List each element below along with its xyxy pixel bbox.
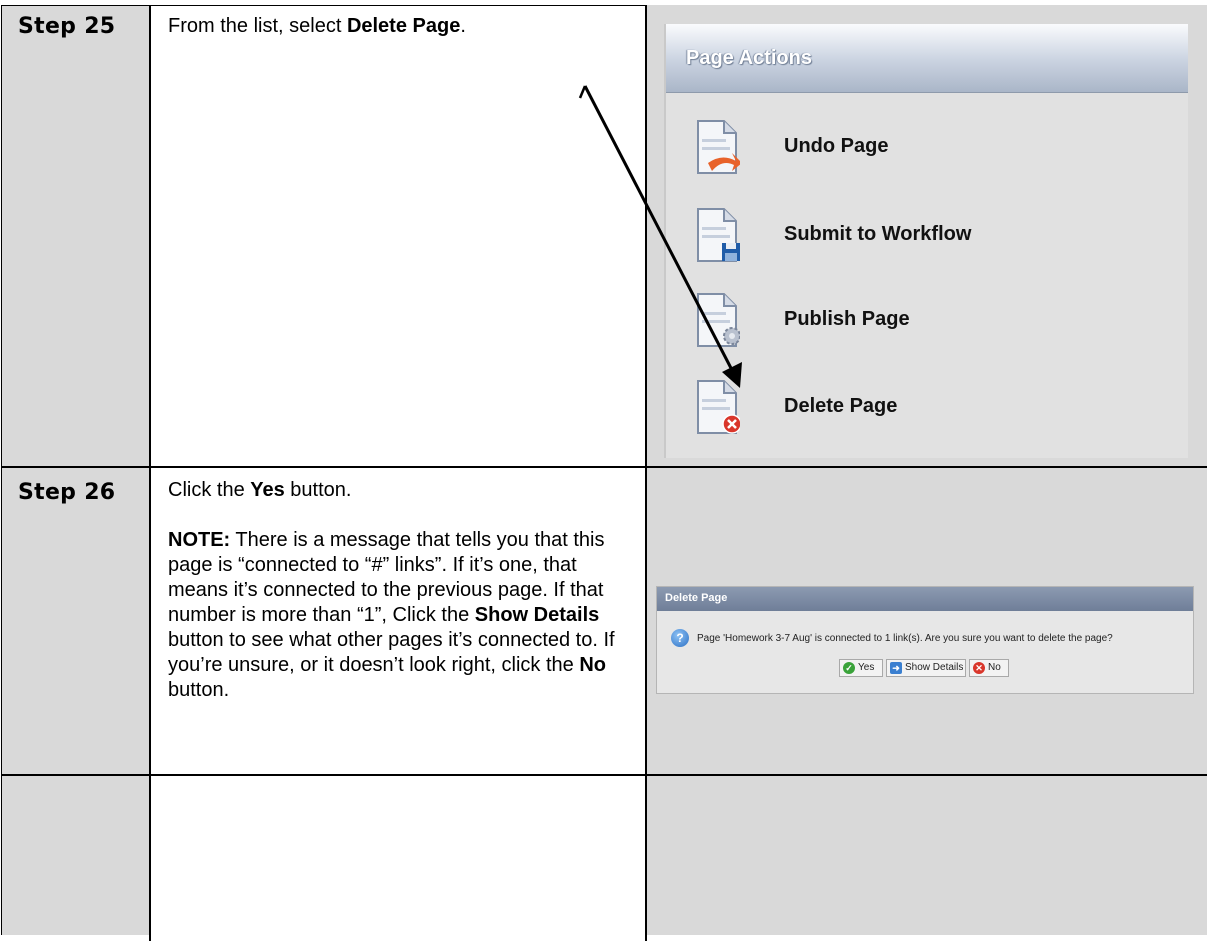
submit-page-icon: [697, 208, 740, 262]
publish-page-icon: [697, 293, 740, 347]
publish-page-label: Publish Page: [784, 308, 910, 330]
note-lead: NOTE:: [168, 529, 231, 551]
delete-page-label: Delete Page: [784, 395, 898, 417]
note-emphasis: Show Details: [474, 604, 600, 626]
delete-page-dialog: Delete Page ? Page 'Homework 3-7 Aug' is…: [656, 586, 1194, 694]
table-border-top: [1, 5, 646, 6]
panel-header: Page Actions: [666, 24, 1188, 93]
dialog-title: Delete Page: [665, 592, 728, 604]
publish-page-action[interactable]: Publish Page: [696, 292, 1156, 352]
page-actions-panel: Page Actions Undo Page Submit to Workflo…: [664, 24, 1188, 458]
instruction-text: button.: [284, 479, 352, 501]
step-note: NOTE: There is a message that tells you …: [168, 528, 633, 703]
no-button[interactable]: ✕ No: [969, 659, 1009, 677]
yes-button[interactable]: ✓ Yes: [839, 659, 883, 677]
close-icon: ✕: [973, 662, 985, 674]
no-button-label: No: [988, 662, 1001, 673]
step-column-cell: [1, 5, 149, 935]
submit-to-workflow-action[interactable]: Submit to Workflow: [696, 207, 1156, 267]
instruction-emphasis: Delete Page: [346, 15, 461, 37]
check-icon: ✓: [843, 662, 855, 674]
submit-to-workflow-label: Submit to Workflow: [784, 223, 972, 245]
table-divider-1: [149, 5, 151, 941]
step-instruction: Click the Yes button.: [168, 478, 633, 503]
show-details-button[interactable]: ➜ Show Details: [886, 659, 966, 677]
arrow-right-icon: ➜: [890, 662, 902, 674]
note-text: button.: [168, 679, 230, 701]
instruction-text: From the list, select: [168, 15, 347, 37]
note-text: button to see what other pages it’s conn…: [168, 629, 615, 676]
step-label: Step 26: [18, 480, 116, 505]
table-border-left: [1, 5, 2, 935]
instruction-text: .: [460, 15, 466, 37]
question-icon: ?: [671, 629, 689, 647]
undo-page-action[interactable]: Undo Page: [696, 119, 1156, 179]
step-instruction: From the list, select Delete Page.: [168, 14, 638, 39]
undo-page-icon: [697, 120, 740, 174]
show-details-button-label: Show Details: [905, 662, 964, 673]
dialog-title-bar: Delete Page: [657, 587, 1193, 611]
row-divider-1: [1, 466, 1207, 468]
instruction-text: Click the: [168, 479, 251, 501]
undo-page-label: Undo Page: [784, 135, 889, 157]
table-divider-2: [645, 5, 647, 941]
yes-button-label: Yes: [858, 662, 875, 673]
delete-page-action[interactable]: Delete Page: [696, 379, 1156, 439]
dialog-message: Page 'Homework 3-7 Aug' is connected to …: [697, 633, 1113, 644]
step-label: Step 25: [18, 14, 116, 39]
instruction-emphasis: Yes: [250, 479, 285, 501]
panel-title: Page Actions: [686, 47, 812, 69]
row-divider-2: [1, 774, 1207, 776]
delete-page-icon: [697, 380, 740, 434]
note-emphasis: No: [579, 654, 606, 676]
